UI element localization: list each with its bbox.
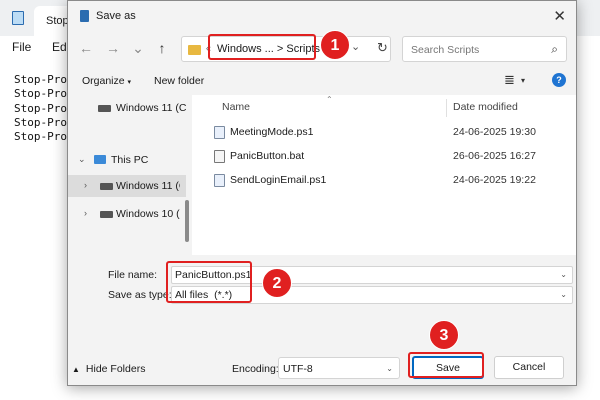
chevron-right-icon[interactable]: › — [84, 180, 87, 190]
search-input[interactable]: Search Scripts ⌕ — [402, 36, 567, 62]
nav-item-windows-10[interactable]: › Windows 10 (D — [68, 203, 186, 225]
document-icon — [80, 10, 89, 22]
encoding-label: Encoding: — [232, 363, 279, 375]
file-name: PanicButton.bat — [230, 150, 305, 162]
nav-item-this-pc[interactable]: ⌄ This PC — [68, 149, 186, 171]
text-line: Stop-Pro — [14, 73, 67, 86]
menu-edit[interactable]: Ed — [52, 40, 67, 54]
navigation-pane: Windows 11 (C:) ⌄ This PC › Windows 11 (… — [68, 95, 192, 255]
caret-up-icon: ▲ — [72, 365, 80, 374]
file-date: 24-06-2025 19:30 — [453, 126, 536, 138]
text-line: Stop-Pro — [14, 87, 67, 101]
dialog-title: Save as — [96, 10, 136, 22]
text-line: Stop-Pro — [14, 130, 67, 144]
drive-icon — [98, 105, 111, 112]
chevron-down-icon[interactable]: ⌄ — [129, 40, 147, 57]
search-icon[interactable]: ⌕ — [551, 42, 558, 57]
encoding-select[interactable]: UTF-8 ⌄ — [278, 357, 400, 379]
chevron-down-icon[interactable]: ⌄ — [386, 364, 393, 373]
highlight-box-save — [408, 352, 484, 378]
refresh-icon[interactable]: ↻ — [377, 40, 388, 56]
drive-icon — [100, 183, 113, 190]
dialog-titlebar: Save as ✕ — [68, 1, 576, 31]
chevron-down-icon[interactable]: ⌄ — [560, 270, 567, 279]
notepad-tab-title: Stop — [46, 15, 69, 27]
organize-label: Organize — [82, 75, 125, 87]
text-line: Stop-Pro — [14, 101, 67, 115]
dialog-footer: File name: PanicButton.ps1 ⌄ Save as typ… — [68, 255, 576, 385]
menu-file[interactable]: File — [12, 40, 31, 54]
powershell-script-icon — [214, 126, 225, 139]
hide-folders-label: Hide Folders — [85, 363, 146, 375]
chevron-down-icon[interactable]: ⌄ — [78, 154, 86, 165]
notepad-text[interactable]: Stop-Pro Stop-Pro Stop-Pro Stop-Pro Stop-Pro — [14, 73, 67, 144]
forward-arrow-icon[interactable]: → — [104, 40, 122, 56]
file-row[interactable]: PanicButton.bat 26-06-2025 16:27 — [192, 145, 576, 167]
text-line: Stop-Pro — [14, 115, 67, 129]
new-folder-button[interactable]: New folder — [154, 75, 204, 87]
computer-icon — [94, 155, 106, 164]
column-divider[interactable] — [446, 99, 447, 117]
help-icon[interactable]: ? — [552, 73, 566, 87]
back-arrow-icon[interactable]: ← — [77, 40, 95, 56]
file-date: 26-06-2025 16:27 — [453, 150, 536, 162]
file-name-label: File name: — [108, 269, 158, 281]
up-arrow-icon[interactable]: ↑ — [153, 40, 171, 56]
batch-file-icon — [214, 150, 225, 163]
nav-item-label: This PC — [111, 154, 149, 166]
step-badge-1: 1 — [320, 30, 350, 60]
column-header-name[interactable]: Name — [222, 101, 250, 113]
cancel-button[interactable]: Cancel — [494, 356, 564, 379]
highlight-box-fields — [166, 261, 252, 303]
nav-item-windows-11[interactable]: › Windows 11 (C — [68, 175, 186, 197]
command-bar: Organize ▾ New folder ≣ ▾ ? — [68, 67, 576, 95]
nav-item-label: Windows 10 (D — [116, 208, 180, 220]
file-name: MeetingMode.ps1 — [230, 126, 314, 138]
column-header-date-modified[interactable]: Date modified — [453, 101, 518, 113]
encoding-value: UTF-8 — [283, 363, 313, 375]
nav-scrollbar[interactable] — [185, 200, 189, 242]
highlight-box-address — [208, 34, 316, 60]
organize-button[interactable]: Organize ▾ — [82, 75, 131, 87]
file-date: 24-06-2025 19:22 — [453, 174, 536, 186]
close-icon[interactable]: ✕ — [553, 7, 566, 25]
folder-icon — [188, 45, 201, 55]
nav-item-windows-11-c[interactable]: Windows 11 (C:) — [68, 97, 186, 119]
file-list: Name ⌃ Date modified MeetingMode.ps1 24-… — [192, 95, 576, 255]
nav-item-label: Windows 11 (C — [116, 180, 180, 192]
powershell-script-icon — [214, 174, 225, 187]
sort-ascending-icon: ⌃ — [326, 95, 333, 104]
step-badge-3: 3 — [429, 320, 459, 350]
view-options-icon[interactable]: ≣ — [504, 72, 515, 88]
file-name: SendLoginEmail.ps1 — [230, 174, 327, 186]
search-placeholder: Search Scripts — [411, 44, 480, 56]
view-dropdown-icon[interactable]: ▾ — [521, 76, 525, 85]
drive-icon — [100, 211, 113, 218]
step-badge-2: 2 — [262, 268, 292, 298]
save-as-dialog: Save as ✕ ← → ⌄ ↑ « Windows ... > Script… — [67, 0, 577, 386]
chevron-right-icon[interactable]: › — [84, 208, 87, 218]
hide-folders-button[interactable]: ▲ Hide Folders — [72, 363, 145, 375]
file-row[interactable]: MeetingMode.ps1 24-06-2025 19:30 — [192, 121, 576, 143]
notepad-icon — [12, 11, 24, 25]
save-as-type-label: Save as type: — [108, 289, 172, 301]
file-row[interactable]: SendLoginEmail.ps1 24-06-2025 19:22 — [192, 169, 576, 191]
nav-item-label: Windows 11 (C:) — [116, 102, 186, 114]
address-dropdown-icon[interactable]: ⌄ — [351, 40, 360, 53]
chevron-down-icon[interactable]: ⌄ — [560, 290, 567, 299]
